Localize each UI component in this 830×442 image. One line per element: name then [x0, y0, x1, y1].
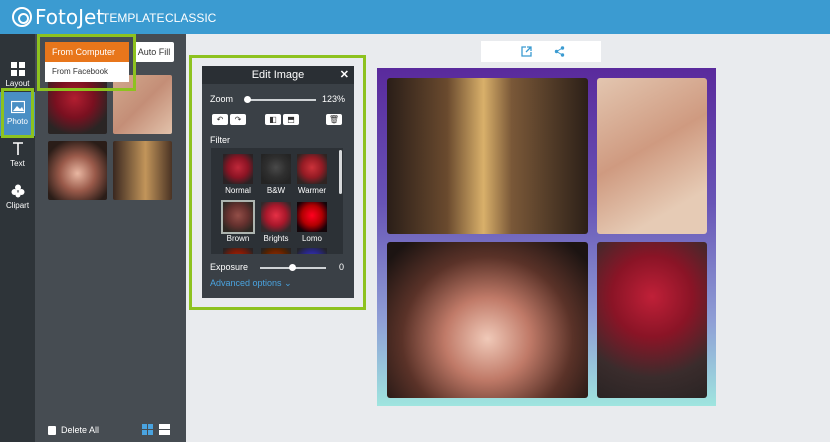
highlight-photo-tab [1, 88, 34, 138]
grid-view-icon[interactable] [142, 424, 153, 435]
collage-cell-hands[interactable] [597, 78, 707, 234]
collage-cell-cake[interactable] [387, 242, 588, 398]
logo-icon [12, 7, 32, 27]
trash-icon [48, 425, 56, 435]
nav-text[interactable]: Text [0, 134, 35, 178]
share-bar [481, 41, 601, 62]
nav-clipart[interactable]: Clipart [0, 176, 35, 220]
highlight-edit-panel [189, 55, 366, 310]
photo-thumb-couple[interactable] [113, 141, 172, 200]
layout-icon [10, 62, 25, 76]
auto-fill-button[interactable]: Auto Fill [134, 42, 174, 62]
text-icon [12, 142, 23, 155]
delete-all-label: Delete All [61, 425, 100, 435]
nav-template[interactable]: TEMPLATE [102, 11, 164, 25]
logo-text: FotoJet [35, 5, 105, 29]
clipart-icon [11, 184, 24, 198]
list-view-icon[interactable] [159, 424, 170, 435]
nav-text-label: Text [10, 159, 25, 168]
delete-all-button[interactable]: Delete All [48, 425, 99, 435]
collage-cell-roses[interactable] [597, 242, 707, 398]
collage-cell-couple[interactable] [387, 78, 588, 234]
open-external-icon[interactable] [521, 46, 532, 57]
nav-layout-label: Layout [5, 79, 30, 88]
share-icon[interactable] [554, 46, 565, 57]
top-bar: FotoJet TEMPLATE CLASSIC [0, 0, 830, 34]
view-toggle [142, 424, 170, 435]
collage-canvas [377, 68, 716, 406]
nav-clipart-label: Clipart [5, 201, 30, 210]
nav-classic[interactable]: CLASSIC [165, 11, 216, 25]
photo-thumb-cake[interactable] [48, 141, 107, 200]
logo[interactable]: FotoJet [12, 5, 105, 29]
highlight-upload [37, 34, 136, 91]
